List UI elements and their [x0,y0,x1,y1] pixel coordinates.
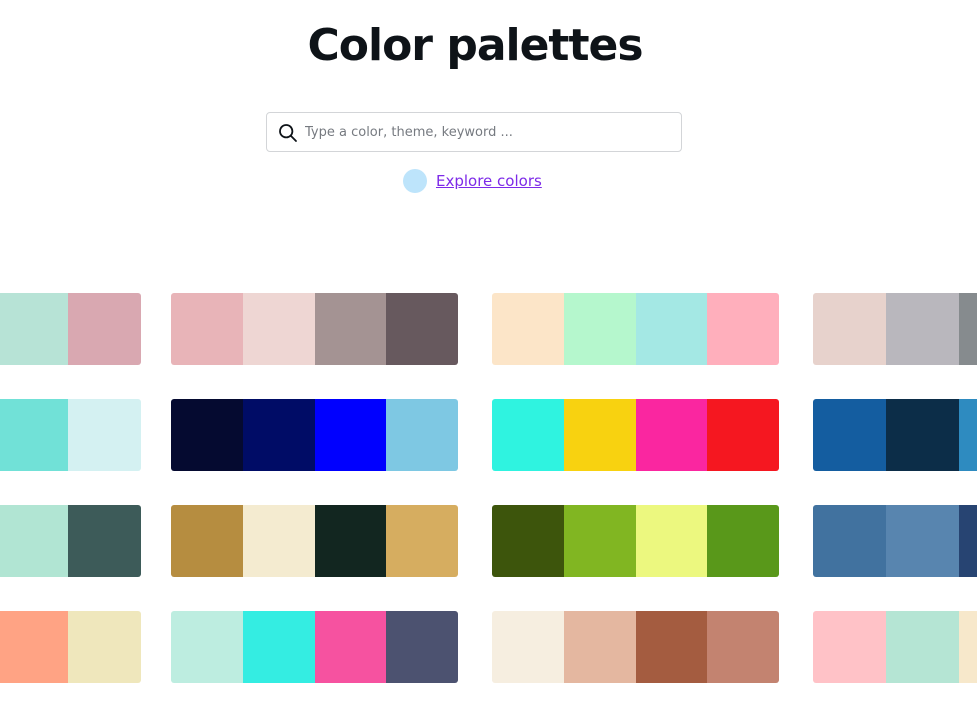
color-palettes-page: Color palettes Explore colors [0,0,977,702]
color-swatch[interactable] [813,611,886,683]
color-swatch[interactable] [0,399,68,471]
color-swatch[interactable] [492,399,564,471]
color-swatch[interactable] [171,505,243,577]
color-swatch[interactable] [68,293,141,365]
color-swatch[interactable] [171,293,243,365]
color-swatch[interactable] [0,505,68,577]
color-swatch[interactable] [386,505,458,577]
color-palette-card[interactable] [0,611,141,683]
color-palette-card[interactable] [492,505,779,577]
color-swatch[interactable] [707,505,779,577]
search-icon [279,124,297,142]
search-box[interactable] [266,112,682,152]
color-palette-card[interactable] [171,293,458,365]
color-swatch[interactable] [314,611,387,683]
color-palette-card[interactable] [492,611,779,683]
color-palette-card[interactable] [171,505,458,577]
color-swatch[interactable] [0,611,68,683]
color-swatch[interactable] [171,399,243,471]
explore-colors-dot [403,169,427,193]
color-swatch[interactable] [959,505,977,577]
color-swatch[interactable] [314,293,387,365]
color-palette-card[interactable] [492,399,779,471]
color-palette-card[interactable] [813,293,977,365]
color-swatch[interactable] [635,293,708,365]
color-swatch[interactable] [563,293,636,365]
color-swatch[interactable] [959,293,977,365]
color-swatch[interactable] [492,293,564,365]
explore-colors-link[interactable]: Explore colors [436,172,542,190]
color-swatch[interactable] [242,399,315,471]
color-swatch[interactable] [886,293,959,365]
color-palette-card[interactable] [813,611,977,683]
color-swatch[interactable] [314,505,387,577]
color-swatch[interactable] [68,505,141,577]
explore-colors[interactable]: Explore colors [403,169,542,193]
color-swatch[interactable] [386,611,458,683]
color-swatch[interactable] [707,611,779,683]
color-palette-card[interactable] [813,399,977,471]
color-swatch[interactable] [563,399,636,471]
search-input[interactable] [305,114,665,150]
color-swatch[interactable] [242,505,315,577]
color-swatch[interactable] [635,505,708,577]
color-swatch[interactable] [563,505,636,577]
color-swatch[interactable] [886,399,959,471]
color-palette-card[interactable] [813,505,977,577]
color-palette-card[interactable] [0,505,141,577]
color-swatch[interactable] [68,611,141,683]
color-swatch[interactable] [813,293,886,365]
color-swatch[interactable] [813,399,886,471]
color-palette-card[interactable] [0,293,141,365]
color-palette-card[interactable] [171,399,458,471]
color-swatch[interactable] [959,399,977,471]
color-swatch[interactable] [959,611,977,683]
color-palette-card[interactable] [171,611,458,683]
color-swatch[interactable] [0,293,68,365]
page-title: Color palettes [307,20,643,71]
color-swatch[interactable] [886,505,959,577]
color-swatch[interactable] [68,399,141,471]
color-swatch[interactable] [492,505,564,577]
color-palette-card[interactable] [0,399,141,471]
color-swatch[interactable] [886,611,959,683]
color-swatch[interactable] [635,611,708,683]
color-swatch[interactable] [386,293,458,365]
color-swatch[interactable] [242,293,315,365]
color-swatch[interactable] [492,611,564,683]
color-swatch[interactable] [386,399,458,471]
color-swatch[interactable] [707,399,779,471]
color-swatch[interactable] [707,293,779,365]
color-swatch[interactable] [314,399,387,471]
color-swatch[interactable] [635,399,708,471]
color-swatch[interactable] [242,611,315,683]
color-swatch[interactable] [813,505,886,577]
color-palette-card[interactable] [492,293,779,365]
color-swatch[interactable] [171,611,243,683]
color-swatch[interactable] [563,611,636,683]
